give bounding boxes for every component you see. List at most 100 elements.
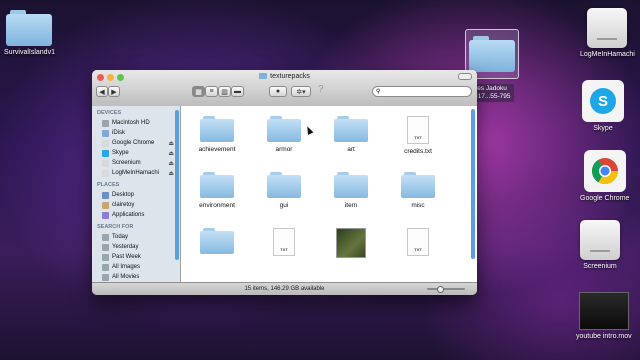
file-name: environment xyxy=(199,202,235,209)
folder-icon xyxy=(200,116,234,142)
sidebar-item-icon xyxy=(102,129,109,137)
desktop-item-label: youtube intro.mov xyxy=(576,333,632,340)
sidebar-item-icon xyxy=(102,211,109,219)
file-item[interactable]: misc xyxy=(388,172,448,209)
sidebar-item[interactable]: Applications xyxy=(92,210,180,220)
doc-badge: TXT xyxy=(280,247,288,252)
desktop-item-google-chrome[interactable]: Google Chrome xyxy=(580,150,629,202)
help-icon: ? xyxy=(318,84,324,95)
sidebar-item[interactable]: All Movies xyxy=(92,272,180,282)
file-item[interactable] xyxy=(321,228,381,262)
sidebar-item-icon xyxy=(102,233,109,241)
desktop-folder-survivalisland[interactable]: SurvivalIslandv1 xyxy=(4,10,55,56)
desktop-item-screenium[interactable]: Screenium xyxy=(580,220,620,270)
vertical-scrollbar[interactable] xyxy=(471,109,475,259)
search-field[interactable]: ⚲ xyxy=(372,86,472,97)
sidebar-heading: DEVICES xyxy=(97,110,122,116)
file-item[interactable]: armor xyxy=(254,116,314,153)
view-icon-button[interactable]: ▦ xyxy=(192,86,205,97)
file-name: misc xyxy=(411,202,425,209)
eject-icon[interactable]: ⏏ xyxy=(168,150,174,157)
sidebar-item-icon xyxy=(102,201,109,209)
action-menu-button[interactable]: ✲▾ xyxy=(291,86,311,97)
eject-icon[interactable]: ⏏ xyxy=(168,170,174,177)
file-item[interactable]: environment xyxy=(187,172,247,209)
file-item[interactable]: item xyxy=(321,172,381,209)
sidebar-item-icon xyxy=(102,119,109,127)
desktop-item-skype[interactable]: S Skype xyxy=(582,80,624,132)
window-title: texturepacks xyxy=(92,73,477,80)
desktop-item-label: Screenium xyxy=(583,263,617,270)
file-name: art xyxy=(347,146,355,153)
window-title-text: texturepacks xyxy=(270,73,310,80)
view-column-button[interactable]: ▥ xyxy=(218,86,231,97)
sidebar-item-icon xyxy=(102,263,109,271)
folder-icon xyxy=(401,172,435,198)
sidebar-item[interactable]: Screenium ⏏ xyxy=(92,158,180,168)
sidebar-item[interactable]: LogMeInHamachi ⏏ xyxy=(92,168,180,178)
sidebar-item[interactable]: Desktop xyxy=(92,190,180,200)
toolbar-pill-button[interactable] xyxy=(458,73,472,80)
finder-window: texturepacks ◀ ▶ ▦ ≡ ▥ ▬ ● ✲▾ ? ⚲ DEVICE… xyxy=(92,70,477,295)
drag-ghost-label-line2: e17...55-795 xyxy=(474,93,511,100)
sidebar-item[interactable]: clairetoy xyxy=(92,200,180,210)
status-text: 15 items, 146.29 GB available xyxy=(244,286,325,292)
sidebar-item-icon xyxy=(102,149,109,157)
desktop-item-label: Google Chrome xyxy=(580,195,630,202)
sidebar-item-icon xyxy=(102,139,109,147)
file-item[interactable]: TXT xyxy=(388,228,448,260)
sidebar-item[interactable]: iDisk xyxy=(92,128,180,138)
sidebar-item-label: Screenium xyxy=(112,160,141,166)
sidebar-item[interactable]: Google Chrome ⏏ xyxy=(92,138,180,148)
drag-ghost-label: yes Jadoku e17...55-795 xyxy=(471,84,514,102)
eject-icon[interactable]: ⏏ xyxy=(168,160,174,167)
file-item[interactable]: TXT credits.txt xyxy=(388,116,448,155)
sidebar-item-label: Yesterday xyxy=(112,244,139,250)
sidebar-item-icon xyxy=(102,169,109,177)
skype-icon: S xyxy=(582,80,624,122)
file-item[interactable]: art xyxy=(321,116,381,153)
sidebar-item-icon xyxy=(102,253,109,261)
sidebar-item-label: Applications xyxy=(112,212,145,218)
icon-size-slider[interactable] xyxy=(427,286,465,293)
file-item[interactable]: gui xyxy=(254,172,314,209)
slider-knob[interactable] xyxy=(437,286,444,293)
status-bar: 15 items, 146.29 GB available xyxy=(92,282,477,295)
desktop-item-logmeinhamachi[interactable]: LogMeInHamachi xyxy=(580,8,635,58)
sidebar-item-icon xyxy=(102,159,109,167)
desktop-item-youtube-intro[interactable]: youtube intro.mov xyxy=(576,292,632,340)
desktop-item-label: LogMeInHamachi xyxy=(580,51,635,58)
sidebar-item-label: clairetoy xyxy=(112,202,135,208)
view-list-button[interactable]: ≡ xyxy=(205,86,218,97)
sidebar-item-label: All Movies xyxy=(112,274,140,280)
sidebar-item[interactable]: Skype ⏏ xyxy=(92,148,180,158)
sidebar-item-icon xyxy=(102,273,109,281)
sidebar-item-label: iDisk xyxy=(112,130,125,136)
sidebar-item[interactable]: Today xyxy=(92,232,180,242)
drive-icon xyxy=(587,8,628,48)
folder-icon xyxy=(469,36,515,72)
file-item[interactable] xyxy=(187,228,247,258)
sidebar-item[interactable]: Macintosh HD xyxy=(92,118,180,128)
quick-look-button[interactable]: ● xyxy=(269,86,287,97)
sidebar-item-icon xyxy=(102,243,109,251)
file-name: achievement xyxy=(198,146,236,153)
file-name: credits.txt xyxy=(404,148,432,155)
drag-ghost-label-line1: yes Jadoku xyxy=(474,85,507,92)
search-input[interactable] xyxy=(382,88,463,95)
forward-button[interactable]: ▶ xyxy=(108,86,120,97)
sidebar-item-label: All Images xyxy=(112,264,141,270)
file-grid: achievement armor art TXT credits.txt en… xyxy=(181,106,477,283)
eject-icon[interactable]: ⏏ xyxy=(168,140,174,147)
sidebar-item[interactable]: Yesterday xyxy=(92,242,180,252)
folder-icon xyxy=(334,172,368,198)
sidebar-item-label: Macintosh HD xyxy=(112,120,150,126)
sidebar-item[interactable]: Past Week xyxy=(92,252,180,262)
sidebar-item[interactable]: All Images xyxy=(92,262,180,272)
svg-text:S: S xyxy=(598,93,608,110)
file-item[interactable]: achievement xyxy=(187,116,247,153)
file-item[interactable]: TXT xyxy=(254,228,314,260)
view-coverflow-button[interactable]: ▬ xyxy=(231,86,244,97)
back-button[interactable]: ◀ xyxy=(96,86,108,97)
sidebar-item-label: Desktop xyxy=(112,192,135,198)
